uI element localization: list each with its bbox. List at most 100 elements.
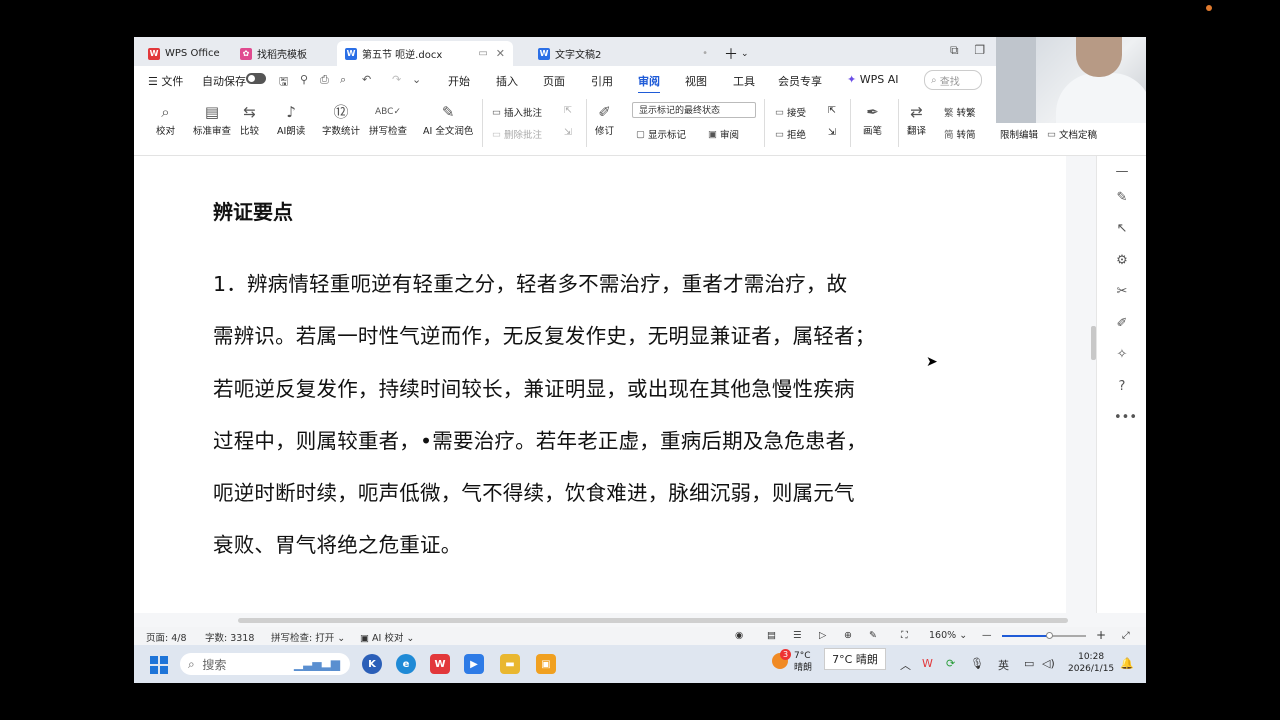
ai-edit-icon[interactable]: ✐ [1114,316,1130,332]
ai-read-button[interactable]: ♪ AI朗读 [277,101,305,137]
eye-icon[interactable]: ◉ [735,630,743,641]
new-tab-button[interactable]: ＋ ⌄ [724,41,749,66]
adjust-icon[interactable]: ⚙ [1114,253,1130,269]
print-icon[interactable]: ⎙ [320,73,329,87]
menu-page[interactable]: 页面 [543,73,565,89]
next-change-icon[interactable]: ⇲ [828,127,836,138]
tools-icon[interactable]: ✂ [1114,284,1130,300]
review-pane-button[interactable]: ▣ 审阅 [708,127,739,142]
zoom-level[interactable]: 160% ⌄ [929,630,967,641]
undo-icon[interactable]: ↶ [362,73,371,86]
outline-view-icon[interactable]: ☰ [793,630,802,641]
wps-tray-icon[interactable]: W [922,657,933,670]
ime-indicator[interactable]: 英 [998,657,1009,673]
annotate-icon[interactable]: ✎ [869,630,877,641]
comment-icon[interactable]: ▭ [478,48,487,59]
zoom-in-icon[interactable]: + [1096,628,1106,642]
green-tray-icon[interactable]: ⟳ [946,657,955,670]
search-box[interactable]: ⌕ 查找 [924,70,982,90]
select-cursor-icon[interactable]: ↖ [1114,221,1130,237]
redo-icon[interactable]: ↷ [392,73,401,86]
document-page[interactable]: 辨证要点 1．辨病情轻重呃逆有轻重之分，轻者多不需治疗，重者才需治疗，故 需辨识… [134,156,1066,613]
share-icon[interactable]: ⧉ [950,43,959,57]
more-icon[interactable]: ••• [1114,410,1137,426]
pen-button[interactable]: ✒ 画笔 [863,101,882,137]
zoom-slider[interactable] [1002,632,1086,639]
menu-start[interactable]: 开始 [448,73,470,89]
horizontal-scrollbar[interactable] [134,613,1146,627]
preview-icon[interactable]: ⌕ [340,73,346,87]
more-chevron-icon[interactable]: ⌄ [412,73,421,86]
autosave-toggle[interactable] [246,73,266,84]
next-comment-icon[interactable]: ⇲ [564,127,572,138]
save-icon[interactable]: 🖫 [279,73,288,92]
fullscreen-icon[interactable]: ⤢ [1122,630,1130,641]
fit-icon[interactable]: ⛶ [901,630,908,641]
prev-comment-icon[interactable]: ⇱ [564,105,572,116]
file-menu[interactable]: ☰ 文件 [148,73,183,89]
menu-wps-ai[interactable]: ✦ WPS AI [847,73,898,86]
edit-pen-icon[interactable]: ✎ [1114,190,1130,206]
tab-active-document[interactable]: W 第五节 呃逆.docx ▭ ✕ [337,41,513,66]
tray-expand-icon[interactable]: ︿ [900,657,911,673]
markup-state-select[interactable]: 显示标记的最终状态 [632,102,756,118]
shapes-icon[interactable]: ✧ [1114,347,1130,363]
page-indicator[interactable]: 页面: 4/8 [146,630,187,644]
kugou-app-icon[interactable]: K [362,654,382,674]
restore-icon[interactable]: ❐ [974,43,985,57]
help-icon[interactable]: ? [1114,379,1130,395]
prev-change-icon[interactable]: ⇱ [828,105,836,116]
delete-comment-button[interactable]: ▭ 删除批注 [492,127,542,142]
menu-reference[interactable]: 引用 [591,73,613,89]
play-icon[interactable]: ▷ [819,630,826,641]
windows-start-icon[interactable] [150,656,168,674]
translate-button[interactable]: ⇄ 翻译 [907,101,926,137]
vertical-scrollbar[interactable] [1066,156,1096,613]
ai-check-status[interactable]: ▣ AI 校对 ⌄ [360,630,414,644]
menu-tools[interactable]: 工具 [733,73,755,89]
compare-button[interactable]: ⇆ 比较 [240,101,259,137]
file-explorer-icon[interactable]: ▬ [500,654,520,674]
edge-browser-icon[interactable]: e [396,654,416,674]
page-view-icon[interactable]: ▤ [767,630,776,641]
ai-polish-button[interactable]: ✎ AI 全文润色 [423,101,473,137]
tab-document-2[interactable]: W 文字文稿2 • [538,41,708,66]
to-traditional-button[interactable]: 繁转繁 [944,105,976,119]
network-icon[interactable]: ▭ [1024,657,1034,670]
finalize-button[interactable]: ▭ 文档定稿 [1047,127,1097,142]
weather-widget[interactable]: 7°C 晴朗 [794,650,812,674]
menu-member[interactable]: 会员专享 [778,73,822,89]
wps-taskbar-icon[interactable]: W [430,654,450,674]
revise-button[interactable]: ✐ 修订 [595,101,614,137]
menu-insert[interactable]: 插入 [496,73,518,89]
word-count-status[interactable]: 字数: 3318 [205,630,254,644]
menu-view[interactable]: 视图 [685,73,707,89]
web-view-icon[interactable]: ⊕ [844,630,852,641]
orange-app-icon[interactable]: ▣ [536,654,556,674]
menu-review[interactable]: 审阅 [638,73,660,94]
show-markup-button[interactable]: ▢ 显示标记 [636,127,686,142]
zoom-out-icon[interactable]: — [982,630,992,641]
reject-button[interactable]: ▭ 拒绝 [775,127,806,142]
link-icon[interactable]: ⚲ [300,73,308,86]
insert-comment-button[interactable]: ▭ 插入批注 [492,105,542,120]
accept-button[interactable]: ▭ 接受 [775,105,806,120]
collapse-icon[interactable]: — [1114,164,1130,180]
taskbar-search[interactable]: ⌕ 搜索 ▁▃▅▂▆ [180,653,350,675]
tab-wps-office[interactable]: W WPS Office [148,41,220,66]
horizontal-scroll-thumb[interactable] [238,618,1068,623]
restrict-edit-button[interactable]: 限制编辑 [1000,127,1038,141]
system-clock[interactable]: 10:28 2026/1/15 [1068,651,1114,675]
microphone-icon[interactable]: 🎙 [970,657,984,670]
blue-app-icon[interactable]: ▶ [464,654,484,674]
spell-check-button[interactable]: ABC✓ 拼写检查 [369,101,407,137]
volume-icon[interactable]: ◁) [1042,657,1055,670]
word-count-button[interactable]: ⑫ 字数统计 [322,101,360,137]
proofread-button[interactable]: ⌕ 校对 [156,101,175,137]
notifications-icon[interactable]: 🔔 [1120,657,1134,670]
spell-check-status[interactable]: 拼写检查: 打开 ⌄ [271,630,345,644]
to-simplified-button[interactable]: 简转简 [944,127,976,141]
standard-review-button[interactable]: ▤ 标准审查 [193,101,231,137]
tab-template[interactable]: ✿ 找稻壳模板 [240,41,307,66]
close-tab-icon[interactable]: ✕ [496,47,505,60]
